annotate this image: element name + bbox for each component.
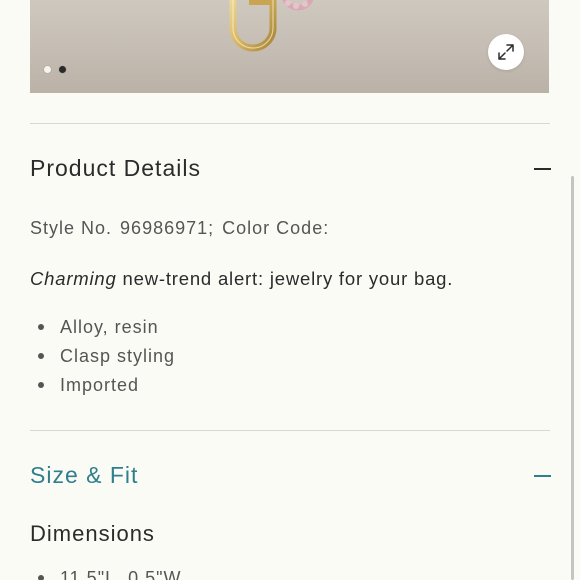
style-info: Style No. 96986971; Color Code: xyxy=(30,218,331,239)
divider xyxy=(30,430,550,431)
product-page: Product Details Style No. 96986971; Colo… xyxy=(0,0,580,580)
product-description: Charming new-trend alert: jewelry for yo… xyxy=(30,268,453,290)
size-fit-heading[interactable]: Size & Fit xyxy=(30,462,138,489)
product-details-heading[interactable]: Product Details xyxy=(30,155,201,182)
color-code-label: Color Code: xyxy=(222,218,330,238)
feature-item: Alloy, resin xyxy=(30,314,175,343)
dimensions-heading: Dimensions xyxy=(30,521,155,546)
style-label: Style No. xyxy=(30,218,113,238)
carousel-dot[interactable] xyxy=(44,66,51,73)
dimensions-list: 11.5"L, 0.5"W xyxy=(30,565,182,580)
page-scrollbar[interactable] xyxy=(571,176,574,580)
feature-list: Alloy, resin Clasp styling Imported xyxy=(30,314,175,401)
divider xyxy=(30,123,550,124)
carousel-dots xyxy=(44,66,66,73)
expand-image-button[interactable] xyxy=(488,34,524,70)
feature-item: Clasp styling xyxy=(30,343,175,372)
minus-icon xyxy=(533,168,551,170)
description-text: new-trend alert: jewelry for your bag. xyxy=(116,268,454,289)
minus-icon xyxy=(533,475,551,477)
style-number: 96986971; xyxy=(120,218,215,238)
description-emphasis: Charming xyxy=(30,268,117,289)
product-details-collapse-button[interactable] xyxy=(532,159,552,179)
carousel-dot-active[interactable] xyxy=(59,66,66,73)
expand-arrows-icon xyxy=(498,44,514,60)
size-fit-collapse-button[interactable] xyxy=(532,466,552,486)
product-image-carousel[interactable] xyxy=(30,0,549,93)
product-image xyxy=(229,0,314,52)
feature-item: Imported xyxy=(30,372,175,401)
dimension-item: 11.5"L, 0.5"W xyxy=(30,565,182,580)
